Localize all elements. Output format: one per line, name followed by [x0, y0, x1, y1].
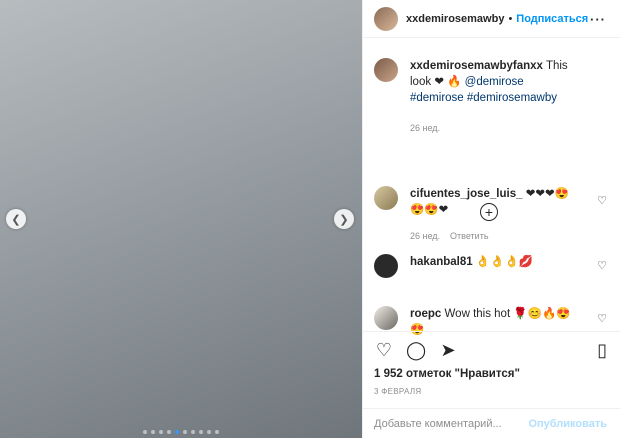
comment-username[interactable]: cifuentes_jose_luis_: [410, 188, 523, 200]
share-icon[interactable]: ➤: [438, 340, 458, 361]
comment-like-heart-icon[interactable]: ♡: [597, 194, 607, 207]
caption: xxdemirosemawbyfanxx This look ❤ 🔥 @demi…: [374, 58, 614, 136]
prev-arrow-icon[interactable]: ❮: [6, 209, 26, 229]
comment-avatar[interactable]: [374, 306, 398, 330]
comment-avatar[interactable]: [374, 186, 398, 210]
comment-username[interactable]: roepc: [410, 308, 441, 320]
carousel-dot: [207, 430, 211, 434]
carousel-dot: [159, 430, 163, 434]
author-username[interactable]: xxdemirosemawby: [406, 13, 504, 25]
carousel-dot: [215, 430, 219, 434]
caption-hashtags[interactable]: #demirose #demirosemawby: [410, 92, 557, 104]
caption-avatar[interactable]: [374, 58, 398, 82]
post-actions: ♡ ◯ ➤ ▯ 1 952 отметок "Нравится" 3 ФЕВРА…: [363, 331, 620, 417]
carousel-indicator: [0, 430, 362, 434]
post: ❮ ❯ xxdemirosemawby • Подписаться ··· xx…: [0, 0, 620, 438]
bookmark-icon[interactable]: ▯: [597, 340, 607, 361]
comment-like-heart-icon[interactable]: ♡: [597, 259, 607, 272]
post-panel: xxdemirosemawby • Подписаться ··· xxdemi…: [362, 0, 620, 438]
publish-button[interactable]: Опубликовать: [528, 418, 607, 430]
carousel-dot: [151, 430, 155, 434]
comment-text: 👌👌👌💋: [475, 256, 534, 268]
next-arrow-icon[interactable]: ❯: [334, 209, 354, 229]
comment-like-heart-icon[interactable]: ♡: [597, 312, 607, 325]
carousel-dot: [183, 430, 187, 434]
follow-button[interactable]: Подписаться: [516, 13, 588, 25]
carousel-dot: [143, 430, 147, 434]
caption-username[interactable]: xxdemirosemawbyfanxx: [410, 60, 543, 72]
author-avatar[interactable]: [374, 6, 398, 31]
reply-button[interactable]: Ответить: [450, 231, 488, 241]
caption-time[interactable]: 26 нед.: [410, 123, 440, 133]
separator: •: [508, 12, 513, 25]
carousel-dot: [199, 430, 203, 434]
carousel-dot: [191, 430, 195, 434]
comment-composer: Опубликовать: [363, 408, 620, 438]
comment-avatar[interactable]: [374, 254, 398, 278]
post-header: xxdemirosemawby • Подписаться ···: [363, 0, 620, 38]
media-placeholder: [0, 0, 362, 438]
carousel-dot: [167, 430, 171, 434]
comment-item: cifuentes_jose_luis_ ❤❤❤😍 😍😍❤ 26 нед. Отв…: [374, 186, 614, 244]
comment-icon[interactable]: ◯: [406, 340, 426, 361]
likes-count[interactable]: 1 952 отметок "Нравится": [374, 368, 520, 380]
comment-time[interactable]: 26 нед.: [410, 231, 440, 241]
comment-input[interactable]: [374, 417, 534, 430]
carousel-dot: [175, 430, 179, 434]
heart-icon[interactable]: ♡: [374, 340, 394, 361]
post-media[interactable]: ❮ ❯: [0, 0, 362, 438]
comment-username[interactable]: hakanbal81: [410, 256, 473, 268]
post-date[interactable]: 3 ФЕВРАЛЯ: [374, 387, 421, 396]
caption-mention[interactable]: @demirose: [465, 76, 524, 88]
more-icon[interactable]: ···: [590, 12, 606, 27]
comment-item: hakanbal81 👌👌👌💋: [374, 254, 614, 278]
